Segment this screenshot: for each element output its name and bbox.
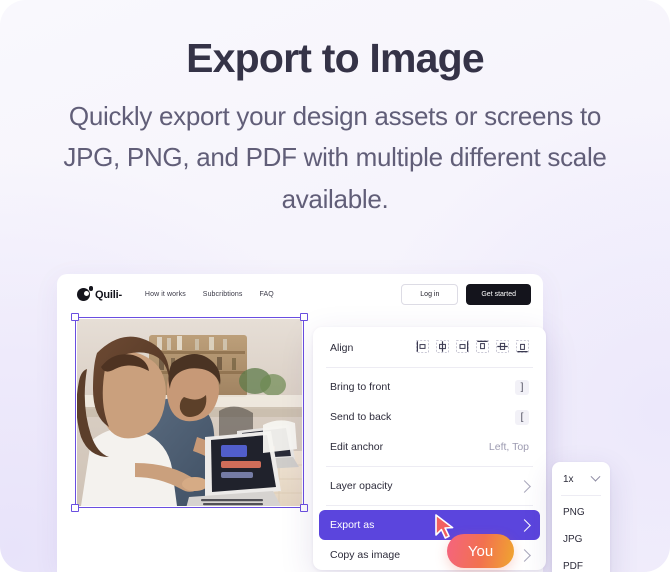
format-option-jpg[interactable]: JPG <box>552 526 610 553</box>
edit-anchor-value: Left, Top <box>488 441 529 453</box>
menu-item-label: Export as <box>330 519 375 531</box>
format-option-png[interactable]: PNG <box>552 499 610 526</box>
submenu-divider <box>561 495 601 496</box>
log-in-button[interactable]: Log in <box>401 284 459 305</box>
menu-item-export-as[interactable]: Export as <box>319 510 540 540</box>
menu-item-label: Bring to front <box>330 381 391 393</box>
resize-handle-top-left[interactable] <box>71 313 79 321</box>
app-navbar: Quili- How it works Subcribtions FAQ Log… <box>57 274 543 315</box>
promo-card: Export to Image Quickly export your desi… <box>0 0 670 572</box>
align-right-icon[interactable] <box>456 340 469 356</box>
brand-name: Quili- <box>95 288 122 301</box>
chevron-right-icon <box>518 518 531 532</box>
export-submenu: 1x PNG JPG PDF <box>552 462 610 572</box>
cursor-user-badge: You <box>447 534 514 568</box>
scale-select[interactable]: 1x <box>552 466 610 492</box>
menu-item-send-to-back[interactable]: Send to back [ <box>313 402 546 432</box>
align-icon-group <box>416 340 529 356</box>
chevron-down-icon <box>590 471 601 482</box>
align-bottom-icon[interactable] <box>516 340 529 356</box>
context-menu: Align Bring to front] Send to back [Ed… <box>313 327 546 570</box>
cafe-laptops-photo <box>77 319 302 506</box>
nav-links: How it works Subcribtions FAQ <box>145 291 274 298</box>
shortcut-badge: [ <box>515 409 529 425</box>
resize-handle-bottom-left[interactable] <box>71 504 79 512</box>
align-left-icon[interactable] <box>416 340 429 356</box>
menu-item-bring-to-front[interactable]: Bring to front ] <box>313 372 546 402</box>
align-top-icon[interactable] <box>476 340 489 356</box>
menu-item-label: Copy as image <box>330 549 401 561</box>
menu-divider <box>326 505 533 506</box>
menu-item-edit-anchor[interactable]: Edit anchor Left, Top <box>313 432 546 462</box>
menu-divider <box>326 367 533 368</box>
page-title: Export to Image <box>186 35 485 81</box>
nav-link-subcribtions[interactable]: Subcribtions <box>203 291 243 298</box>
get-started-button[interactable]: Get started <box>466 284 531 305</box>
resize-handle-bottom-right[interactable] <box>300 504 308 512</box>
brand-logo[interactable]: Quili- <box>77 286 122 301</box>
menu-row-align: Align <box>313 333 546 363</box>
hero-section: Export to Image Quickly export your desi… <box>0 0 670 220</box>
menu-divider <box>326 466 533 467</box>
menu-item-label: Edit anchor <box>330 441 384 453</box>
page-subtitle: Quickly export your design assets or scr… <box>63 101 607 214</box>
circle-dot-logo-icon <box>77 286 93 301</box>
menu-item-label: Layer opacity <box>330 480 393 492</box>
resize-handle-top-right[interactable] <box>300 313 308 321</box>
align-center-horizontal-icon[interactable] <box>436 340 449 356</box>
menu-item-label: Send to back <box>330 411 392 423</box>
chevron-right-icon <box>518 548 531 562</box>
align-middle-vertical-icon[interactable] <box>496 340 509 356</box>
format-option-pdf[interactable]: PDF <box>552 553 610 572</box>
selected-image-object[interactable] <box>71 313 308 512</box>
nav-link-how-it-works[interactable]: How it works <box>145 291 186 298</box>
align-label: Align <box>330 342 354 354</box>
nav-link-faq[interactable]: FAQ <box>260 291 274 298</box>
navbar-actions: Log in Get started <box>401 284 531 305</box>
menu-item-layer-opacity[interactable]: Layer opacity <box>313 471 546 501</box>
chevron-right-icon <box>518 479 531 493</box>
scale-value: 1x <box>563 473 574 485</box>
mouse-cursor-icon <box>434 514 456 540</box>
shortcut-badge: ] <box>515 379 529 395</box>
